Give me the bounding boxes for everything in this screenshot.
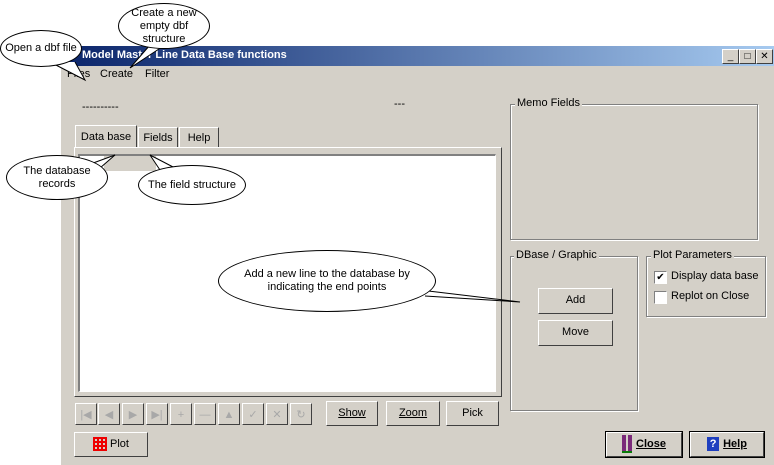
callout-pointers [49, 44, 521, 303]
callout-create-new: Create a new empty dbf structure [118, 3, 210, 49]
callout-database-records: The database records [6, 155, 108, 200]
callout-open-dbf: Open a dbf file [0, 30, 82, 67]
callout-add-line: Add a new line to the database by indica… [218, 250, 436, 312]
callout-field-structure: The field structure [138, 165, 246, 205]
